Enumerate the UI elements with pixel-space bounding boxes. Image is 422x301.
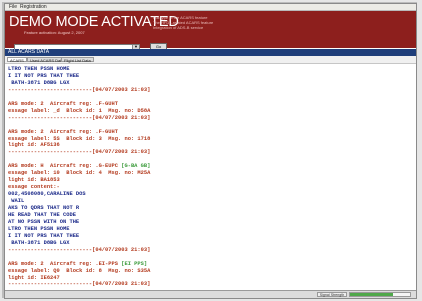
feed-line: I IT NOT PRS THAT THEE [8,232,80,239]
feed-line: essage label: _d Block id: 1 Msg. no: D5… [8,107,151,114]
banner-notes: Full type of the ACARS feature The HFDL-… [153,15,223,30]
tab-bar: ACARS Used ACARS Data Flight List Data [5,56,416,64]
feed-line: BATH-3871 D8BG LGX [8,79,70,86]
feed-line: AT NO PSSN WITH ON THE [8,218,80,225]
feed-line: I IT NOT PRS THAT THEE [8,72,80,79]
feed-line: BATH-3871 D8BG LGX [8,239,70,246]
message-separator: --------------------------[04/07/2003 21… [8,149,151,156]
status-bar: Signal Strength [5,290,416,298]
tab-acars[interactable]: ACARS [7,57,27,63]
feed-line: LTRO THEN PSSN HOME [8,66,70,72]
menu-registration[interactable]: Registration [20,4,47,10]
feed-line: essage label: 10 Block id: 4 Msg. no: M2… [8,170,151,177]
feed-line: AKS TO QDRS THAT NOT R [8,205,80,211]
signal-strength-fill [350,293,394,296]
banner-note: Integration of ADS-B service [153,25,204,30]
message-separator: --------------------------[04/07/2003 21… [8,86,151,93]
feed-line: WAIL [8,198,25,205]
menu-bar: File Registration [5,4,416,11]
feed-line: ARS mode: 2 Aircraft reg: .F-GUHT [8,128,118,135]
feed-line: light id: AF5136 [8,142,60,149]
feed-line: light id: BA1853 [8,177,60,184]
tab-flight-list-data[interactable]: Flight List Data [61,57,94,63]
feed-line: ARS mode: H Aircraft reg: .G-EUPC [G-BA … [8,163,151,170]
feed-line: light id: IE6247 [8,274,60,281]
feed-line: 002,4508080,CARALINE DOS [8,191,86,198]
registration-tag: [G-BA GB] [118,163,151,170]
message-separator: --------------------------[04/07/2003 21… [8,114,151,121]
feed-line: ARS mode: 2 Aircraft reg: .F-GUHT [8,100,118,107]
section-header: ALL ACARS DATA [5,49,416,56]
feed-line: ARS mode: 2 Aircraft reg: .EI-PPS [EI PP… [8,260,148,267]
message-separator: --------------------------[04/07/2003 21… [8,281,151,288]
acars-message-feed[interactable]: LTRO THEN PSSN HOME I IT NOT PRS THAT THE… [5,65,416,289]
feed-line: essage label: Q0 Block id: 8 Msg. no: S3… [8,267,151,274]
feed-line: LTRO THEN PSSN HOME [8,225,70,232]
section-title: ALL ACARS DATA [8,49,50,55]
banner-subtitle: Feature activation: August 2, 2007 [24,30,85,35]
app-window: File Registration DEMO MODE ACTIVATED Fe… [4,3,417,299]
signal-strength-label: Signal Strength [317,292,347,297]
feed-line: HE READ THAT THE CODE [8,211,76,218]
message-separator: --------------------------[04/07/2003 21… [8,246,151,253]
signal-strength-meter [349,292,411,297]
demo-banner: DEMO MODE ACTIVATED Feature activation: … [5,11,416,51]
registration-tag: [EI PPS] [118,260,148,267]
feed-line: essage label: 5S Block id: 3 Msg. no: 17… [8,135,151,142]
feed-line: essage content:- [8,184,60,191]
menu-file[interactable]: File [9,4,17,10]
